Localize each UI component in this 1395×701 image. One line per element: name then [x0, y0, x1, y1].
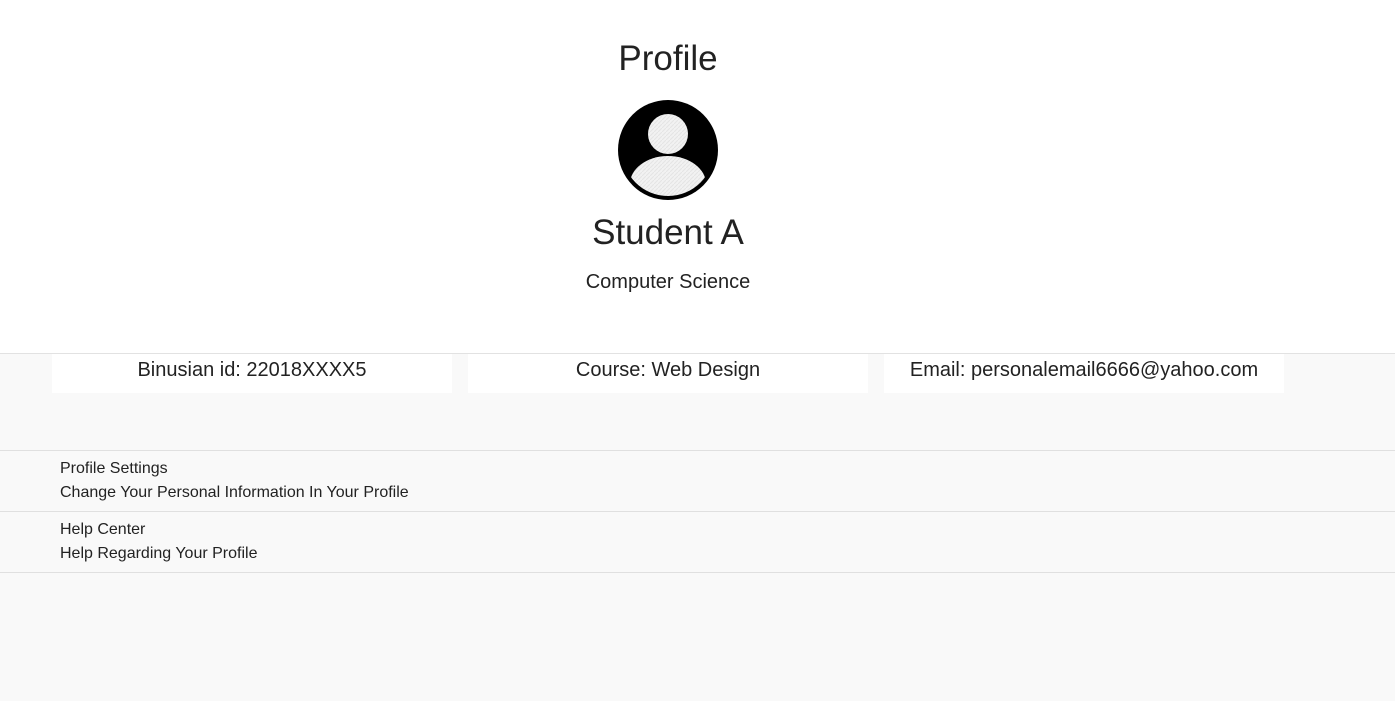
user-avatar-icon [618, 100, 718, 200]
menu-item-profile-settings[interactable]: Profile Settings Change Your Personal In… [0, 450, 1395, 511]
menu-item-subtitle: Change Your Personal Information In Your… [60, 484, 409, 501]
course-card: Course: Web Design [468, 354, 868, 393]
menu-item-title: Help Center [60, 521, 146, 538]
menu-item-help-center[interactable]: Help Center Help Regarding Your Profile [0, 511, 1395, 573]
page-title: Profile [618, 39, 718, 78]
profile-header: Profile Student A Computer Science [0, 0, 1395, 354]
email-card: Email: personalemail6666@yahoo.com [884, 354, 1284, 393]
binusian-id-card: Binusian id: 22018XXXX5 [52, 354, 452, 393]
menu-item-subtitle: Help Regarding Your Profile [60, 545, 258, 562]
student-name: Student A [592, 213, 744, 252]
menu-item-title: Profile Settings [60, 460, 168, 477]
student-major: Computer Science [585, 271, 751, 293]
